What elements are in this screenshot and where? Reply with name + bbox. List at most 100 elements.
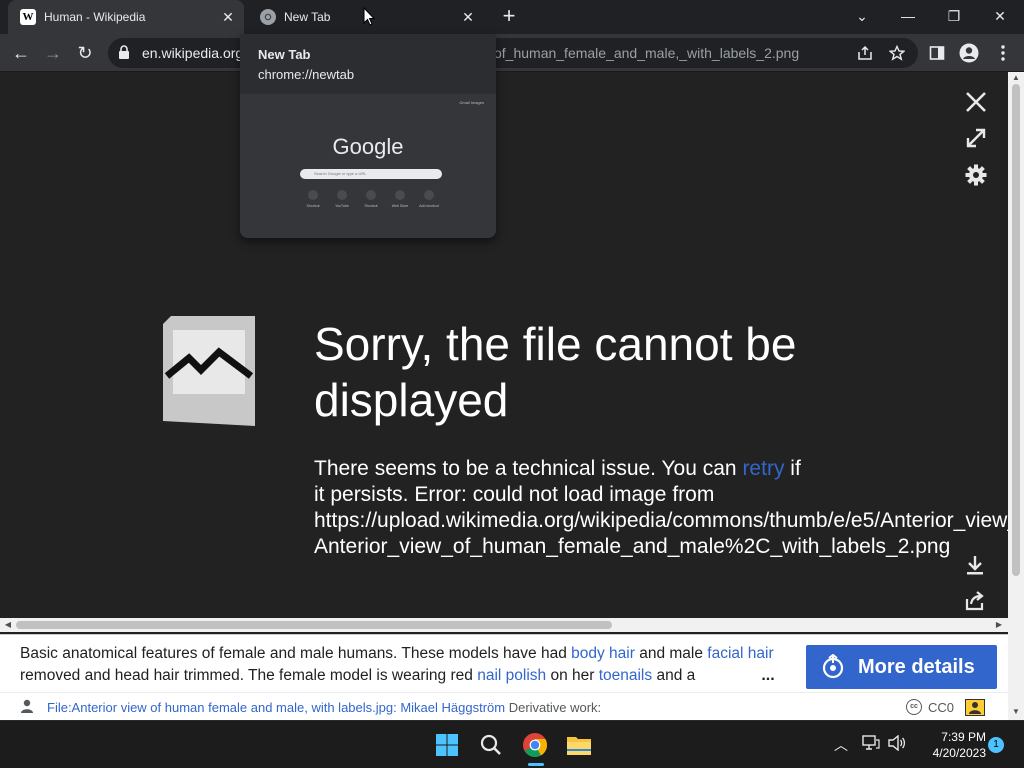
scroll-down-arrow-icon[interactable]: ▼: [1008, 706, 1024, 718]
caption-span: and male: [634, 645, 708, 662]
scrollbar-thumb[interactable]: [16, 621, 612, 629]
close-tab-icon[interactable]: ✕: [220, 9, 236, 25]
error-message: There seems to be a technical issue. You…: [314, 456, 1008, 560]
more-details-label: More details: [858, 655, 975, 678]
clock-time: 7:39 PM: [941, 730, 986, 744]
media-viewer: Sorry, the file cannot be displayed Ther…: [0, 72, 1008, 618]
error-text: There seems to be a technical issue. You…: [314, 457, 743, 480]
active-app-indicator: [528, 763, 544, 766]
license-badge-icon[interactable]: [965, 699, 985, 716]
tab-human-wikipedia[interactable]: W Human - Wikipedia ✕: [8, 0, 244, 34]
close-tab-icon[interactable]: ✕: [460, 9, 476, 25]
nail-polish-link[interactable]: nail polish: [477, 667, 546, 684]
preview-top-links: Gmail Images: [459, 100, 484, 105]
clock-date: 4/20/2023: [932, 746, 986, 760]
tab-label: New Tab: [284, 10, 331, 24]
close-window-button[interactable]: ✕: [978, 0, 1022, 32]
caption-span: on her: [546, 667, 599, 684]
chrome-taskbar-icon[interactable]: [519, 729, 551, 761]
new-tab-button[interactable]: +: [498, 5, 520, 28]
address-bar[interactable]: en.wikipedia.org of_human_female_and_mal…: [108, 38, 918, 68]
preview-shortcut-icon: [308, 190, 318, 200]
error-url: https://upload.wikimedia.org/wikipedia/c…: [314, 509, 1008, 532]
error-url: Anterior_view_of_human_female_and_male%2…: [314, 535, 951, 558]
file-explorer-icon[interactable]: [563, 729, 595, 761]
body-hair-link[interactable]: body hair: [571, 645, 635, 662]
preview-shortcut-label: Add shortcut: [419, 204, 439, 208]
scroll-up-arrow-icon[interactable]: ▲: [1008, 72, 1024, 84]
preview-shortcut-label: YouTube: [335, 204, 349, 208]
taskbar-clock[interactable]: 7:39 PM 4/20/2023: [916, 729, 986, 761]
download-icon[interactable]: [962, 552, 988, 578]
wikipedia-favicon-icon: W: [20, 9, 36, 25]
network-icon[interactable]: [862, 735, 880, 754]
search-icon[interactable]: [475, 729, 507, 761]
scroll-right-arrow-icon[interactable]: ▶: [992, 618, 1006, 632]
forward-button[interactable]: →: [38, 38, 68, 68]
fullscreen-icon[interactable]: [962, 124, 990, 152]
scrollbar-thumb[interactable]: [1012, 84, 1020, 576]
caption-span: and a: [652, 667, 696, 684]
mouse-cursor-icon: [363, 7, 375, 26]
address-path: of_human_female_and_male,_with_labels_2.…: [494, 45, 800, 61]
error-text: it persists. Error: could not load image…: [314, 483, 715, 506]
preview-shortcut-icon: [337, 190, 347, 200]
facial-hair-link[interactable]: facial hair: [707, 645, 773, 662]
broken-image-icon: [163, 316, 255, 426]
expand-caption-button[interactable]: ...: [754, 667, 782, 687]
google-logo: Google: [332, 134, 404, 159]
preview-search-box: Search Google or type a URL: [300, 169, 442, 179]
restore-button[interactable]: ❐: [932, 0, 976, 32]
tab-strip: W Human - Wikipedia ✕ New Tab ✕ + ⌄ — ❐ …: [0, 0, 1024, 34]
credit-suffix: Derivative work:: [505, 700, 602, 715]
back-button[interactable]: ←: [6, 38, 36, 68]
notification-badge[interactable]: 1: [988, 737, 1004, 753]
caption-span: Basic anatomical features of female and …: [20, 645, 572, 662]
credit-text: File:Anterior view of human female and m…: [47, 700, 601, 715]
share-icon[interactable]: [962, 588, 988, 614]
share-icon[interactable]: [854, 42, 876, 64]
profile-icon[interactable]: [954, 38, 984, 68]
hover-card-title: New Tab: [258, 47, 311, 62]
scroll-left-arrow-icon[interactable]: ◀: [1, 618, 15, 632]
more-details-button[interactable]: More details: [806, 645, 997, 689]
tab-preview-thumbnail: Gmail Images Google Search Google or typ…: [240, 94, 496, 238]
retry-link[interactable]: retry: [742, 457, 784, 480]
license-link[interactable]: cc CC0: [906, 699, 954, 715]
tab-search-button[interactable]: ⌄: [840, 0, 884, 32]
horizontal-scrollbar[interactable]: ◀ ▶: [0, 618, 1008, 632]
chrome-favicon-icon: [260, 9, 276, 25]
tab-hover-card: New Tab chrome://newtab Gmail Images Goo…: [240, 34, 496, 238]
error-title: Sorry, the file cannot be displayed: [314, 318, 797, 426]
preview-shortcut-icon: [424, 190, 434, 200]
bookmark-star-icon[interactable]: [886, 42, 908, 64]
preview-shortcut-label: Shortcut: [306, 204, 320, 208]
caption-span: removed and head hair trimmed. The femal…: [20, 667, 478, 684]
caption-text: Basic anatomical features of female and …: [20, 643, 780, 689]
toenails-link[interactable]: toenails: [599, 667, 652, 684]
menu-kebab-icon[interactable]: [988, 38, 1018, 68]
media-caption: Basic anatomical features of female and …: [0, 634, 1008, 692]
error-text: if: [784, 457, 801, 480]
windows-start-icon[interactable]: [431, 729, 463, 761]
cc-icon: cc: [906, 699, 922, 715]
tray-overflow-chevron-icon[interactable]: ︿: [834, 735, 848, 755]
gear-icon[interactable]: [962, 161, 990, 189]
minimize-button[interactable]: —: [886, 0, 930, 32]
address-host: en.wikipedia.org: [142, 45, 244, 61]
browser-toolbar: ← → ↻ en.wikipedia.org of_human_female_a…: [0, 34, 1024, 72]
side-panel-icon[interactable]: [922, 38, 952, 68]
close-icon[interactable]: [962, 88, 990, 116]
preview-shortcut-label: Web Store: [391, 204, 409, 208]
wikimedia-commons-icon: [822, 654, 844, 679]
hover-card-url: chrome://newtab: [258, 67, 355, 82]
volume-icon[interactable]: [888, 734, 906, 754]
lock-icon: [119, 45, 129, 59]
source-file-link[interactable]: File:Anterior view of human female and m…: [47, 700, 505, 715]
reload-button[interactable]: ↻: [70, 38, 100, 68]
preview-shortcut-icon: [366, 190, 376, 200]
vertical-scrollbar[interactable]: ▲ ▼: [1008, 72, 1024, 720]
tab-label: Human - Wikipedia: [44, 10, 146, 24]
author-credit: File:Anterior view of human female and m…: [0, 692, 1008, 720]
person-icon: [21, 699, 33, 713]
